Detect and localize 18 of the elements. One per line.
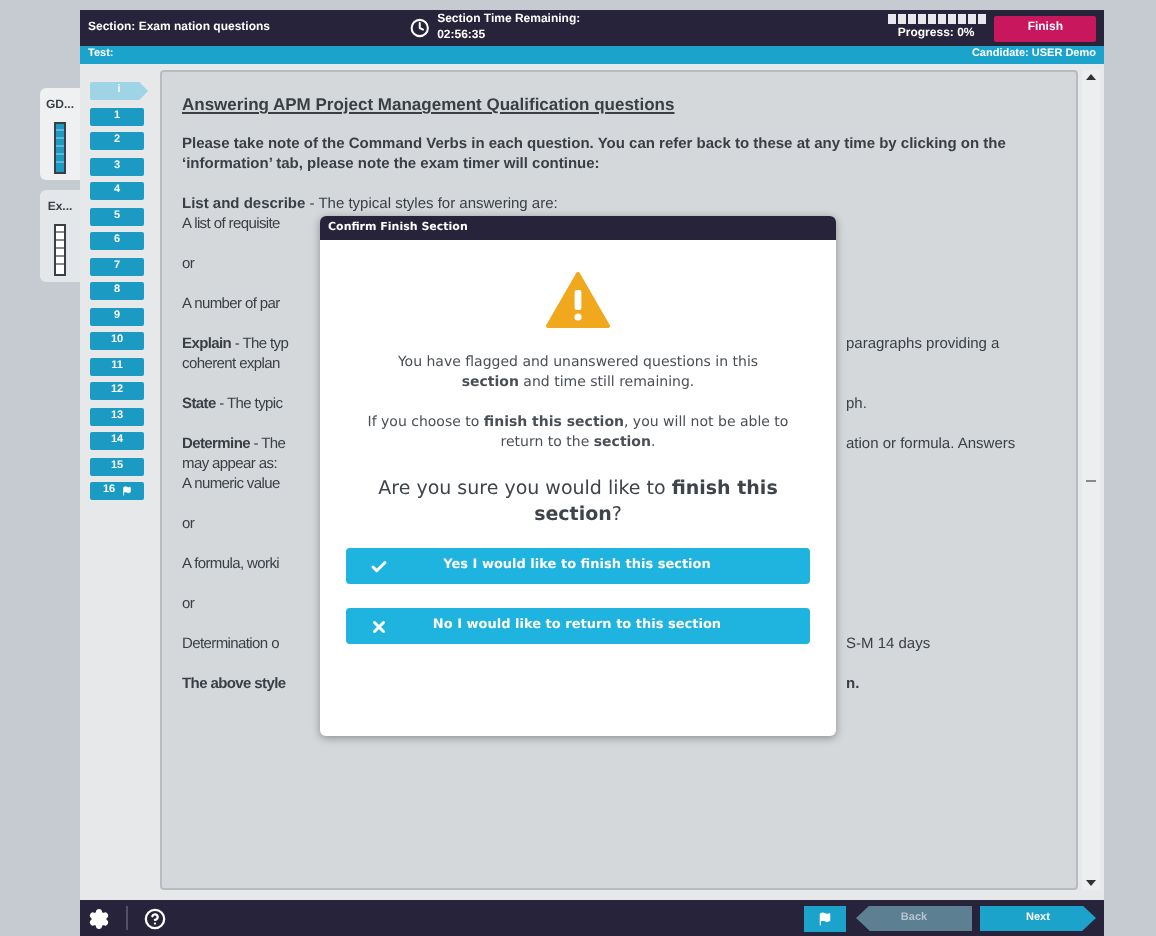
scrollbar[interactable]: [1082, 70, 1100, 890]
scroll-down-icon[interactable]: [1084, 876, 1098, 890]
scroll-up-icon[interactable]: [1084, 70, 1098, 84]
check-icon: [370, 557, 388, 575]
clock-icon: [409, 18, 430, 38]
flag-icon: [121, 486, 132, 496]
scroll-grip-icon[interactable]: [1086, 477, 1096, 483]
help-icon[interactable]: [144, 907, 166, 929]
progress-bar: [887, 13, 986, 23]
meter-icon: [54, 224, 66, 276]
dialog-question: Are you sure you would like to finish this section?: [378, 476, 778, 528]
warning-icon: [546, 272, 610, 328]
close-icon: [370, 617, 388, 635]
settings-icon[interactable]: [88, 907, 110, 929]
flag-button[interactable]: [804, 905, 846, 931]
meter-icon: [54, 122, 66, 174]
flag-icon: [818, 911, 832, 925]
content-heading: Answering APM Project Management Qualification questions: [182, 94, 677, 114]
